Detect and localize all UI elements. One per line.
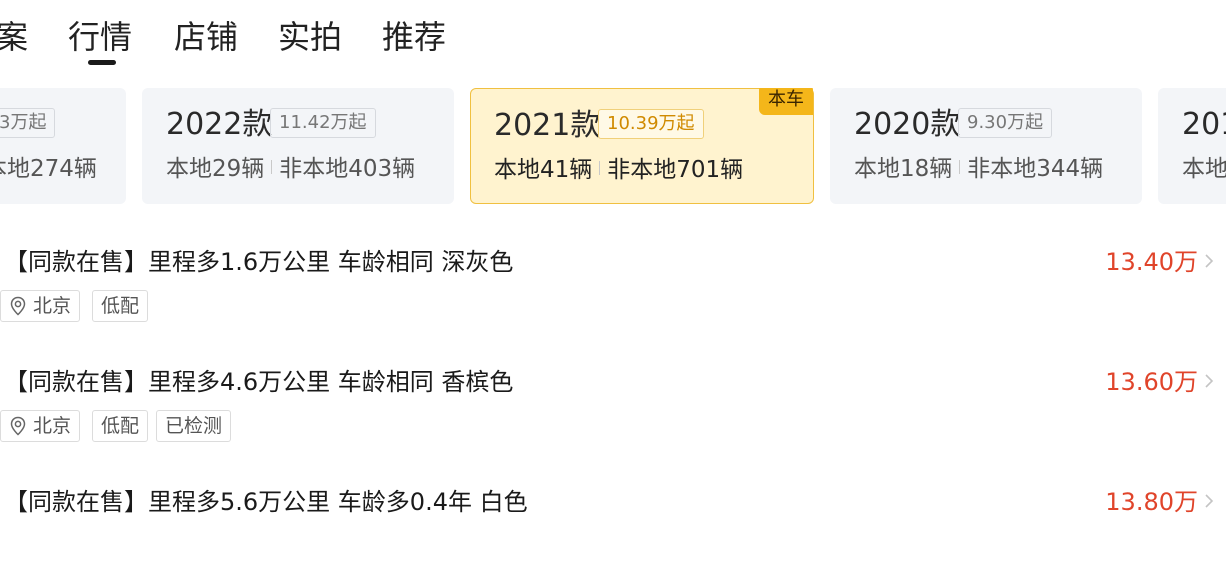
year-card-price: 9.30万起 [958, 108, 1053, 138]
listing-title: 【同款在售】里程多4.6万公里 车龄相同 香槟色 [4, 368, 514, 396]
year-card[interactable]: 3万起 本地274辆 [0, 88, 126, 204]
tab-truncated[interactable]: 案 [0, 14, 28, 60]
chevron-right-icon [1205, 374, 1214, 388]
year-card-local-count: 本地274辆 [0, 156, 97, 182]
tab-bar: 案 行情 店铺 实拍 推荐 [0, 0, 1226, 70]
listing-item[interactable]: 【同款在售】里程多4.6万公里 车龄相同 香槟色 13.60万 北京 低配 已检… [0, 364, 1226, 464]
year-card[interactable]: 2022款 11.42万起 本地29辆 非本地403辆 [142, 88, 454, 204]
year-card-price: 3万起 [0, 108, 56, 138]
year-card-price: 10.39万起 [598, 109, 704, 139]
divider [271, 160, 273, 174]
listing-item[interactable]: 【同款在售】里程多1.6万公里 车龄相同 深灰色 13.40万 北京 低配 [0, 244, 1226, 344]
chevron-right-icon [1205, 254, 1214, 268]
tag-location: 北京 [0, 410, 81, 442]
year-card-nonlocal-count: 非本地701辆 [607, 157, 744, 183]
year-card-nonlocal-count: 非本地344辆 [967, 156, 1104, 182]
tag-trim: 低配 [92, 290, 149, 322]
chevron-right-icon [1205, 494, 1214, 508]
divider [599, 161, 601, 175]
listing-title: 【同款在售】里程多1.6万公里 车龄相同 深灰色 [4, 248, 514, 276]
year-card-price: 11.42万起 [270, 108, 376, 138]
tag-trim: 低配 [92, 410, 149, 442]
tab-stores[interactable]: 店铺 [174, 14, 238, 60]
divider [959, 160, 961, 174]
year-card-local-count: 本地29辆 [166, 156, 265, 182]
year-card-nonlocal-count: 非本地403辆 [279, 156, 416, 182]
year-card-local-count: 本地18辆 [854, 156, 953, 182]
location-pin-icon [10, 296, 26, 316]
location-pin-icon [10, 416, 26, 436]
year-card[interactable]: 201 本地 [1158, 88, 1226, 204]
tag-location: 北京 [0, 290, 81, 322]
listing-title: 【同款在售】里程多5.6万公里 车龄多0.4年 白色 [4, 488, 528, 516]
tab-recommend[interactable]: 推荐 [382, 14, 446, 60]
listing-price: 13.60万 [1105, 368, 1198, 396]
year-card-year: 2020款 [854, 107, 961, 142]
year-card[interactable]: 2020款 9.30万起 本地18辆 非本地344辆 [830, 88, 1142, 204]
year-card-local-count: 本地 [1182, 156, 1226, 182]
year-card-year: 2022款 [166, 107, 273, 142]
year-card-year: 2021款 [494, 108, 601, 143]
year-card-strip: 3万起 本地274辆 2022款 11.42万起 本地29辆非本地403辆 20… [0, 88, 1226, 204]
year-card-selected[interactable]: 2021款 10.39万起 本地41辆 非本地701辆 本车 [470, 88, 814, 204]
listing-price: 13.40万 [1105, 248, 1198, 276]
listing-item[interactable]: 【同款在售】里程多5.6万公里 车龄多0.4年 白色 13.80万 [0, 484, 1226, 584]
year-card-local-count: 本地41辆 [494, 157, 593, 183]
tag-inspected: 已检测 [156, 410, 232, 442]
active-tab-indicator [88, 60, 116, 65]
tab-market[interactable]: 行情 [68, 14, 132, 60]
tab-photos[interactable]: 实拍 [278, 14, 342, 60]
listing-price: 13.80万 [1105, 488, 1198, 516]
year-card-year: 201 [1182, 107, 1226, 142]
current-car-badge: 本车 [759, 88, 813, 115]
